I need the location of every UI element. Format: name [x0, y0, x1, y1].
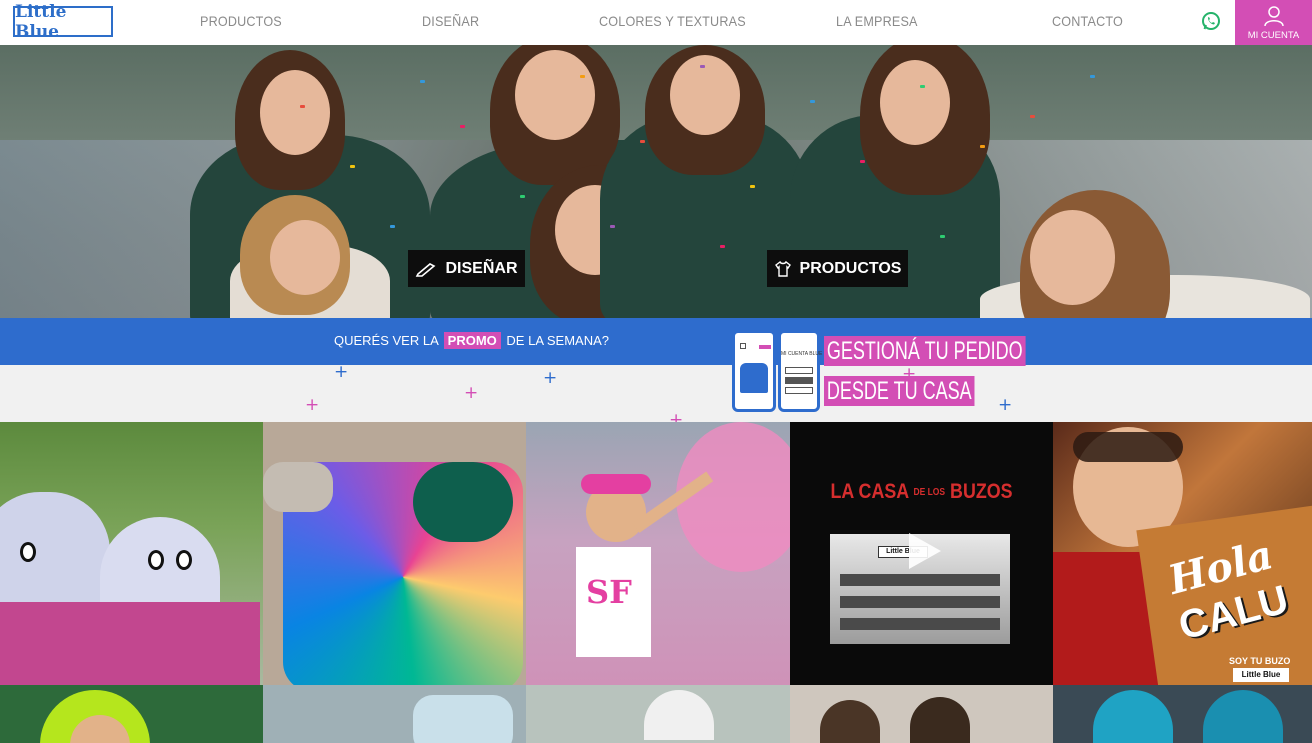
- nav-item-colores-y-texturas[interactable]: COLORES Y TEXTURAS: [599, 0, 746, 45]
- tagline-text: SOY TU BUZO: [1229, 656, 1291, 666]
- phone-illustration: [732, 330, 776, 412]
- video-title: LA CASA DE LOS BUZOS: [830, 480, 1013, 503]
- plus-decoration: +: [305, 395, 320, 415]
- banner-line-1: GESTIONÁ TU PEDIDO: [824, 336, 1026, 366]
- promo-highlight: PROMO: [443, 332, 501, 349]
- nav-item-contacto[interactable]: CONTACTO: [1052, 0, 1123, 45]
- phone-illustration: MI CUENTA BLUE: [778, 330, 823, 412]
- design-button[interactable]: DISEÑAR: [408, 250, 525, 287]
- hero-banner: DISEÑAR PRODUCTOS: [0, 45, 1312, 318]
- banner-line-2: DESDE TU CASA: [824, 376, 975, 406]
- gallery-tile[interactable]: [0, 685, 263, 743]
- plus-decoration: +: [543, 368, 558, 388]
- pencil-icon: [416, 262, 436, 277]
- whatsapp-icon[interactable]: [1201, 11, 1221, 31]
- gallery-tile-pink-smoke[interactable]: SF: [526, 422, 790, 685]
- gallery-tile-tiger-hoodie[interactable]: [263, 422, 526, 685]
- decorative-band: + + + + + + +: [0, 362, 1312, 429]
- plus-decoration: +: [998, 395, 1013, 415]
- gallery-tile[interactable]: [1053, 685, 1312, 743]
- promo-bar: QUERÉS VER LA PROMO DE LA SEMANA?: [0, 318, 1312, 365]
- account-button[interactable]: MI CUENTA: [1235, 0, 1312, 45]
- promo-text-after: DE LA SEMANA?: [506, 333, 610, 348]
- nav-item-productos[interactable]: PRODUCTOS: [200, 0, 282, 45]
- promo-link[interactable]: QUERÉS VER LA PROMO DE LA SEMANA?: [334, 332, 610, 349]
- tshirt-icon: [774, 260, 791, 277]
- plus-decoration: +: [334, 362, 349, 382]
- gallery-tile-shark-hoodies[interactable]: [0, 422, 263, 685]
- plus-decoration: +: [464, 383, 479, 403]
- user-icon: [1264, 6, 1284, 27]
- gallery-tile[interactable]: [790, 685, 1053, 743]
- products-button-label: PRODUCTOS: [799, 259, 902, 277]
- nav-item-disenar[interactable]: DISEÑAR: [422, 0, 479, 45]
- phone-screen-label: MI CUENTA BLUE: [781, 351, 823, 357]
- promo-text-before: QUERÉS VER LA: [334, 333, 439, 348]
- products-button[interactable]: PRODUCTOS: [767, 250, 908, 287]
- brand-badge: Little Blue: [1233, 668, 1289, 682]
- gallery-tile[interactable]: [526, 685, 790, 743]
- play-icon[interactable]: [901, 529, 945, 573]
- nav-item-la-empresa[interactable]: LA EMPRESA: [836, 0, 918, 45]
- gallery-tile[interactable]: [263, 685, 526, 743]
- order-management-banner[interactable]: MI CUENTA BLUE GESTIONÁ TU PEDIDO DESDE …: [728, 322, 1026, 418]
- gallery-tile-hola-calu[interactable]: Hola CALU SOY TU BUZO Little Blue: [1053, 422, 1312, 685]
- account-label: MI CUENTA: [1247, 30, 1300, 41]
- logo[interactable]: Little Blue: [13, 2, 113, 42]
- design-button-label: DISEÑAR: [445, 259, 518, 277]
- top-navigation: Little Blue PRODUCTOS DISEÑAR COLORES Y …: [0, 0, 1312, 45]
- gallery-tile-video[interactable]: LA CASA DE LOS BUZOS Little Blue: [790, 422, 1053, 685]
